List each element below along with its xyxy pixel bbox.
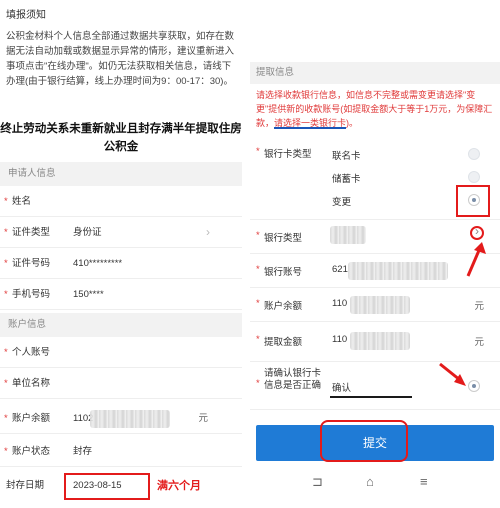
confirm-value: 确认 <box>332 383 352 394</box>
id-number-value[interactable]: 410********* <box>73 248 122 279</box>
withdraw-section-header: 提取信息 <box>250 62 500 84</box>
balance-unit: 元 <box>198 413 208 424</box>
back-icon[interactable]: ⊐ <box>312 474 323 490</box>
notice-body: 公积金材料个人信息全部通过数据共享获取，如存在数据无法自动加载或数据显示异常的情… <box>6 31 235 87</box>
balance-value-right[interactable]: 110 <box>332 298 347 309</box>
submit-highlight-box <box>320 420 408 462</box>
home-icon[interactable]: ⌂ <box>366 474 374 489</box>
required-mark: * <box>256 230 260 241</box>
system-nav-bar: ⊐ ⌂ ≡ <box>250 470 500 498</box>
employer-row[interactable]: * 单位名称 <box>0 368 242 399</box>
withdraw-amount-row[interactable]: * 提取金额 110 元 <box>250 322 500 362</box>
bank-account-value[interactable]: 621 <box>332 264 348 275</box>
bank-warning-text: 请选择收款银行信息，如信息不完整或需变更请选择"变更"提供新的收款账号(如提取金… <box>256 88 494 130</box>
personal-account-row[interactable]: * 个人账号 <box>0 337 242 368</box>
name-label: 姓名 <box>12 196 32 207</box>
bank-type-label: 银行类型 <box>264 233 303 244</box>
change-highlight-box <box>456 185 490 217</box>
required-mark: * <box>4 289 8 300</box>
notice-block: 填报须知 公积金材料个人信息全部通过数据共享获取，如存在数据无法自动加载或数据显… <box>6 0 236 89</box>
required-mark: * <box>256 378 260 389</box>
account-status-value[interactable]: 封存 <box>73 436 92 467</box>
id-number-label: 证件号码 <box>12 258 51 269</box>
phone-row[interactable]: * 手机号码 150**** <box>0 279 242 310</box>
redaction-blur <box>330 226 366 244</box>
card-option-label: 储蓄卡 <box>332 174 361 185</box>
phone-value[interactable]: 150**** <box>73 279 104 310</box>
redaction-blur <box>90 410 170 428</box>
account-status-label: 账户状态 <box>12 446 51 457</box>
account-status-row[interactable]: * 账户状态 封存 <box>0 436 242 467</box>
required-mark: * <box>4 378 8 389</box>
warning-text-c: )。 <box>346 118 359 128</box>
chevron-right-icon[interactable]: › <box>206 217 210 248</box>
confirm-underline <box>330 396 412 398</box>
chevron-right-icon[interactable]: › <box>475 224 479 238</box>
radio-savings-card[interactable] <box>468 171 480 183</box>
radio-joint-card[interactable] <box>468 148 480 160</box>
redaction-blur <box>348 262 448 280</box>
menu-icon[interactable]: ≡ <box>420 474 428 489</box>
balance-row[interactable]: * 账户余额 1102 元 <box>0 403 242 434</box>
id-type-row[interactable]: * 证件类型 身份证 › <box>0 217 242 248</box>
card-option-label: 变更 <box>332 197 352 208</box>
required-mark: * <box>256 146 260 157</box>
phone-label: 手机号码 <box>12 289 51 300</box>
id-number-row[interactable]: * 证件号码 410********* <box>0 248 242 279</box>
bank-account-label: 银行账号 <box>264 267 303 278</box>
card-option-label: 联名卡 <box>332 151 361 162</box>
balance-label: 账户余额 <box>12 413 51 424</box>
withdraw-amount-unit: 元 <box>474 337 484 348</box>
confirm-label: 请确认银行卡信息是否正确 <box>264 368 322 391</box>
employer-label: 单位名称 <box>12 378 51 389</box>
card-type-label: 银行卡类型 <box>264 149 312 160</box>
seal-date-label: 封存日期 <box>6 480 45 491</box>
account-section-header: 账户信息 <box>0 313 242 337</box>
required-mark: * <box>4 227 8 238</box>
redaction-blur <box>350 296 410 314</box>
applicant-section-header: 申请人信息 <box>0 162 242 186</box>
required-mark: * <box>4 446 8 457</box>
id-type-value[interactable]: 身份证 <box>73 217 102 248</box>
required-mark: * <box>256 298 260 309</box>
warning-text-underlined: 请选择一类银行卡 <box>274 118 347 128</box>
notice-title: 填报须知 <box>6 10 46 21</box>
balance-row-right[interactable]: * 账户余额 110 元 <box>250 288 500 322</box>
id-type-label: 证件类型 <box>12 227 51 238</box>
page-title: 终止劳动关系未重新就业且封存满半年提取住房公积金 <box>0 123 242 153</box>
left-screen: 填报须知 公积金材料个人信息全部通过数据共享获取，如存在数据无法自动加载或数据显… <box>0 0 242 508</box>
date-highlight-box <box>64 473 150 500</box>
bank-account-row[interactable]: * 银行账号 621 <box>250 254 500 288</box>
required-mark: * <box>4 258 8 269</box>
withdraw-amount-value[interactable]: 110 <box>332 334 347 345</box>
required-mark: * <box>256 334 260 345</box>
required-mark: * <box>4 196 8 207</box>
right-screen: 提取信息 请选择收款银行信息，如信息不完整或需变更请选择"变更"提供新的收款账号… <box>250 0 500 508</box>
withdraw-amount-label: 提取金额 <box>264 337 303 348</box>
required-mark: * <box>256 264 260 275</box>
personal-account-label: 个人账号 <box>12 347 51 358</box>
red-arrow-diagonal-icon <box>439 362 466 386</box>
balance-label-right: 账户余额 <box>264 301 303 312</box>
required-mark: * <box>4 347 8 358</box>
name-row[interactable]: * 姓名 <box>0 186 242 217</box>
balance-unit-right: 元 <box>474 301 484 312</box>
six-months-annotation: 满六个月 <box>157 480 201 492</box>
redaction-blur <box>350 332 410 350</box>
required-mark: * <box>4 413 8 424</box>
